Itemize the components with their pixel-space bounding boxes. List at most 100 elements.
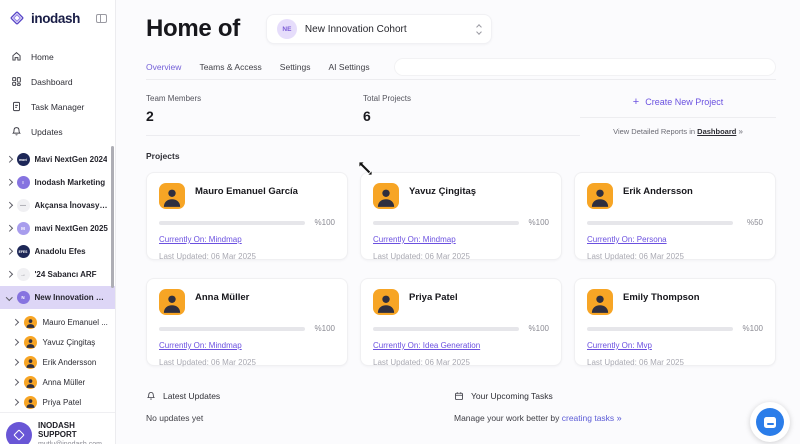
workspace-item[interactable]: → '24 Sabancı ARF xyxy=(0,263,115,286)
currently-on-link[interactable]: Currently On: Mindmap xyxy=(159,235,242,244)
nav-item-task-manager[interactable]: Task Manager xyxy=(0,94,115,119)
stat-total-projects: Total Projects 6 xyxy=(363,88,580,136)
member-item[interactable]: Anna Müller xyxy=(0,372,115,392)
logo-row: inodash xyxy=(0,0,115,34)
progress-label: %100 xyxy=(313,218,335,227)
last-updated: Last Updated: 06 Mar 2025 xyxy=(373,252,549,261)
page-title: Home of xyxy=(146,15,240,43)
last-updated: Last Updated: 06 Mar 2025 xyxy=(159,252,335,261)
sidebar-collapse-icon[interactable] xyxy=(96,14,107,23)
project-card[interactable]: Erik Andersson %50 Currently On: Persona… xyxy=(574,172,776,260)
chevron-right-icon xyxy=(6,225,12,231)
latest-updates-section: Latest Updates No updates yet xyxy=(146,391,454,423)
upcoming-tasks-title: Your Upcoming Tasks xyxy=(471,391,553,401)
progress-label: %50 xyxy=(741,218,763,227)
currently-on-link[interactable]: Currently On: Mvp xyxy=(587,341,652,350)
chevron-right-icon xyxy=(12,319,18,325)
currently-on-link[interactable]: Currently On: Mindmap xyxy=(159,341,242,350)
currently-on-link[interactable]: Currently On: Mindmap xyxy=(373,235,456,244)
project-card[interactable]: Priya Patel %100 Currently On: Idea Gene… xyxy=(360,278,562,366)
member-item[interactable]: Priya Patel xyxy=(0,392,115,412)
workspace-item[interactable]: M mavi NextGen 2025 xyxy=(0,217,115,240)
progress-bar xyxy=(587,327,733,331)
last-updated: Last Updated: 06 Mar 2025 xyxy=(373,358,549,367)
member-item[interactable]: Yavuz Çingitaş xyxy=(0,332,115,352)
upcoming-tasks-section: Your Upcoming Tasks Manage your work bet… xyxy=(454,391,622,423)
view-reports-line: View Detailed Reports in Dashboard » xyxy=(580,117,776,136)
create-new-project-button[interactable]: + Create New Project xyxy=(580,90,776,117)
tab-teams-access[interactable]: Teams & Access xyxy=(199,62,261,72)
chevron-down-icon xyxy=(6,294,12,300)
workspace-item[interactable]: I Inodash Marketing xyxy=(0,171,115,194)
progress-label: %100 xyxy=(313,324,335,333)
progress-bar xyxy=(587,221,733,225)
progress-bar xyxy=(159,327,305,331)
project-member-name: Yavuz Çingitaş xyxy=(409,186,476,197)
projects-section-label: Projects xyxy=(146,151,776,161)
progress-label: %100 xyxy=(527,324,549,333)
project-card[interactable]: Anna Müller %100 Currently On: Mindmap L… xyxy=(146,278,348,366)
double-chevron-icon: » xyxy=(738,127,742,136)
project-card[interactable]: Yavuz Çingitaş %100 Currently On: Mindma… xyxy=(360,172,562,260)
support-avatar xyxy=(6,422,32,444)
dashboard-icon xyxy=(11,76,22,87)
member-avatar xyxy=(159,289,185,315)
sidebar-scrollbar-thumb[interactable] xyxy=(111,146,114,288)
member-avatar xyxy=(24,376,37,389)
project-member-name: Mauro Emanuel García xyxy=(195,186,298,197)
double-chevron-icon: » xyxy=(617,413,622,423)
nav-item-updates[interactable]: Updates xyxy=(0,119,115,144)
progress-label: %100 xyxy=(527,218,549,227)
chat-launcher-button[interactable] xyxy=(750,402,790,442)
stat-team-members: Team Members 2 xyxy=(146,88,363,136)
cohort-select[interactable]: NE New Innovation Cohort xyxy=(266,14,492,44)
nav-label: Dashboard xyxy=(31,77,73,87)
home-icon xyxy=(11,51,22,62)
bell-icon xyxy=(146,391,156,401)
progress-bar xyxy=(373,327,519,331)
chevron-right-icon xyxy=(12,339,18,345)
member-avatar xyxy=(159,183,185,209)
project-card[interactable]: Mauro Emanuel García %100 Currently On: … xyxy=(146,172,348,260)
member-avatar xyxy=(373,183,399,209)
project-member-name: Anna Müller xyxy=(195,292,249,303)
dashboard-link[interactable]: Dashboard xyxy=(697,127,736,136)
project-member-name: Erik Andersson xyxy=(623,186,693,197)
tasks-prefix: Manage your work better by xyxy=(454,413,559,423)
updates-empty-text: No updates yet xyxy=(146,413,454,423)
nav-label: Updates xyxy=(31,127,63,137)
workspace-list: mavi Mavi NextGen 2024 I Inodash Marketi… xyxy=(0,146,115,309)
progress-label: %100 xyxy=(741,324,763,333)
project-member-name: Emily Thompson xyxy=(623,292,700,303)
nav-item-home[interactable]: Home xyxy=(0,44,115,69)
support-title: INODASH SUPPORT xyxy=(38,421,109,439)
member-item[interactable]: Mauro Emanuel ... xyxy=(0,312,115,332)
primary-nav: Home Dashboard Task Manager Updates xyxy=(0,34,115,146)
currently-on-link[interactable]: Currently On: Persona xyxy=(587,235,667,244)
project-card[interactable]: Emily Thompson %100 Currently On: Mvp La… xyxy=(574,278,776,366)
footer-sections: Latest Updates No updates yet Your Upcom… xyxy=(146,391,776,423)
tab-settings[interactable]: Settings xyxy=(280,62,311,72)
creating-tasks-link[interactable]: creating tasks xyxy=(562,413,614,423)
member-item[interactable]: Erik Andersson xyxy=(0,352,115,372)
workspace-item[interactable]: EFES Anadolu Efes xyxy=(0,240,115,263)
support-block[interactable]: INODASH SUPPORT mutlu@inodash.com xyxy=(0,412,115,444)
tab-bar: Overview Teams & Access Settings AI Sett… xyxy=(146,54,776,80)
chevron-right-icon xyxy=(6,202,12,208)
workspace-item[interactable]: mavi Mavi NextGen 2024 xyxy=(0,148,115,171)
workspace-item[interactable]: — Akçansa İnovasyo... xyxy=(0,194,115,217)
chevron-right-icon xyxy=(12,379,18,385)
project-member-name: Priya Patel xyxy=(409,292,458,303)
tabbar-spacer xyxy=(394,58,776,76)
member-avatar xyxy=(24,396,37,409)
tab-overview[interactable]: Overview xyxy=(146,62,181,72)
chevron-right-icon xyxy=(12,399,18,405)
member-avatar xyxy=(24,336,37,349)
workspace-item-selected[interactable]: N New Innovation C... xyxy=(0,286,115,309)
nav-item-dashboard[interactable]: Dashboard xyxy=(0,69,115,94)
member-avatar xyxy=(587,183,613,209)
currently-on-link[interactable]: Currently On: Idea Generation xyxy=(373,341,480,350)
workspace-logo: N xyxy=(17,291,30,304)
tab-ai-settings[interactable]: AI Settings xyxy=(329,62,370,72)
latest-updates-title: Latest Updates xyxy=(163,391,220,401)
